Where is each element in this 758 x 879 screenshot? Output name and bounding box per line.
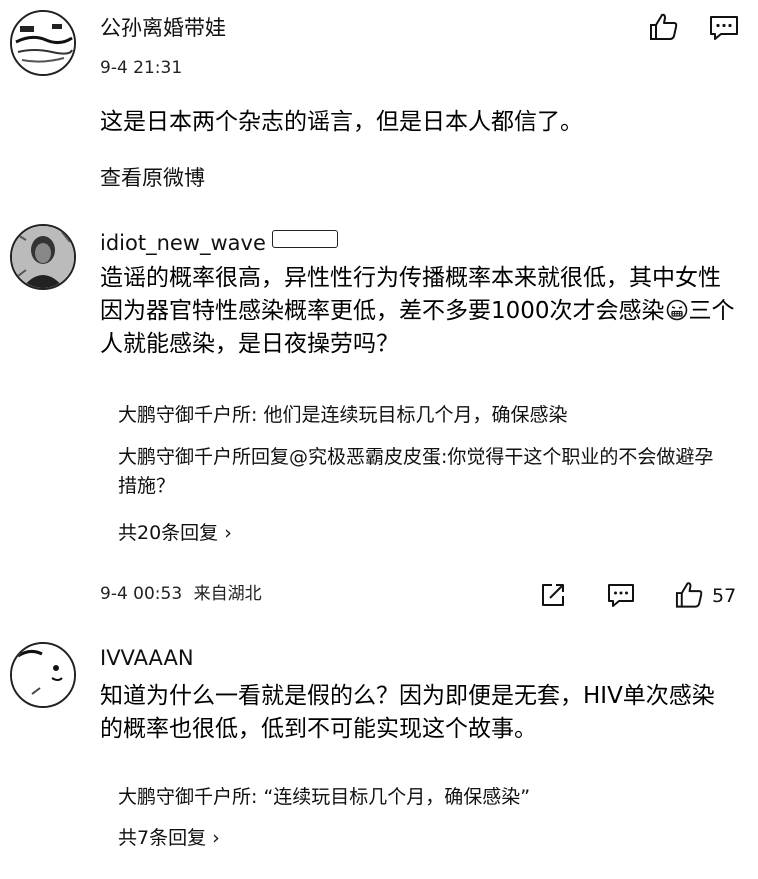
reply-item[interactable]: 大鹏守御千户所回复@究极恶霸皮皮蛋:你觉得干这个职业的不会做避孕措施？ xyxy=(118,443,728,501)
comment-text: 知道为什么一看就是假的么？因为即便是无套，HIV单次感染的概率也很低，低到不可能… xyxy=(100,683,715,742)
comment-meta: 9-4 00:53 来自湖北 xyxy=(100,583,262,605)
comment-item: IVVAAAN 知道为什么一看就是假的么？因为即便是无套，HIV单次感染的概率也… xyxy=(0,630,758,879)
comment-author-name[interactable]: idiot_new_wave xyxy=(100,231,266,255)
thumbs-up-icon[interactable] xyxy=(649,13,679,41)
avatar[interactable] xyxy=(10,10,76,76)
avatar-image xyxy=(12,226,74,288)
member-badge xyxy=(271,230,338,248)
comment-author[interactable]: 公孙离婚带娃 xyxy=(100,14,226,42)
avatar[interactable] xyxy=(10,642,76,708)
avatar[interactable] xyxy=(10,224,76,290)
comment-author[interactable]: idiot_new_wave xyxy=(100,229,338,257)
view-original-weibo-link[interactable]: 查看原微博 xyxy=(100,164,205,192)
comment-text-part1: 造谣的概率很高，异性性行为传播概率本来就很低，其中女性因为器官特性感染概率更低，… xyxy=(100,265,721,324)
comment-list: 公孙离婚带娃 9-4 21:31 这是日本两个杂志的谣言，但是日本人都信了。 查… xyxy=(0,0,758,879)
comment-item: idiot_new_wave 造谣的概率很高，异性性行为传播概率本来就很低，其中… xyxy=(0,210,758,620)
more-replies-link[interactable]: 共20条回复 › xyxy=(118,520,232,546)
reply-item[interactable]: 大鹏守御千户所: “连续玩目标几个月，确保感染” xyxy=(118,783,728,812)
thumbs-up-icon[interactable] xyxy=(675,581,704,609)
grimace-emoji-icon xyxy=(666,299,687,321)
comment-time: 9-4 21:31 xyxy=(100,58,183,78)
comment-bubble-icon[interactable] xyxy=(709,14,739,42)
avatar-image xyxy=(12,644,74,706)
avatar-image xyxy=(12,12,74,74)
comment-location: 来自湖北 xyxy=(193,584,262,604)
comment-bubble-icon[interactable] xyxy=(607,582,635,608)
comment-time: 9-4 00:53 xyxy=(100,584,183,604)
like-count: 57 xyxy=(712,585,737,607)
comment-text: 造谣的概率很高，异性性行为传播概率本来就很低，其中女性因为器官特性感染概率更低，… xyxy=(100,262,740,361)
share-icon[interactable] xyxy=(540,582,566,608)
comment-text: 这是日本两个杂志的谣言，但是日本人都信了。 xyxy=(100,109,583,135)
reply-item[interactable]: 大鹏守御千户所: 他们是连续玩目标几个月，确保感染 xyxy=(118,401,728,430)
more-replies-link[interactable]: 共7条回复 › xyxy=(118,825,220,851)
comment-item: 公孙离婚带娃 9-4 21:31 这是日本两个杂志的谣言，但是日本人都信了。 查… xyxy=(0,0,758,200)
comment-author[interactable]: IVVAAAN xyxy=(100,644,194,672)
